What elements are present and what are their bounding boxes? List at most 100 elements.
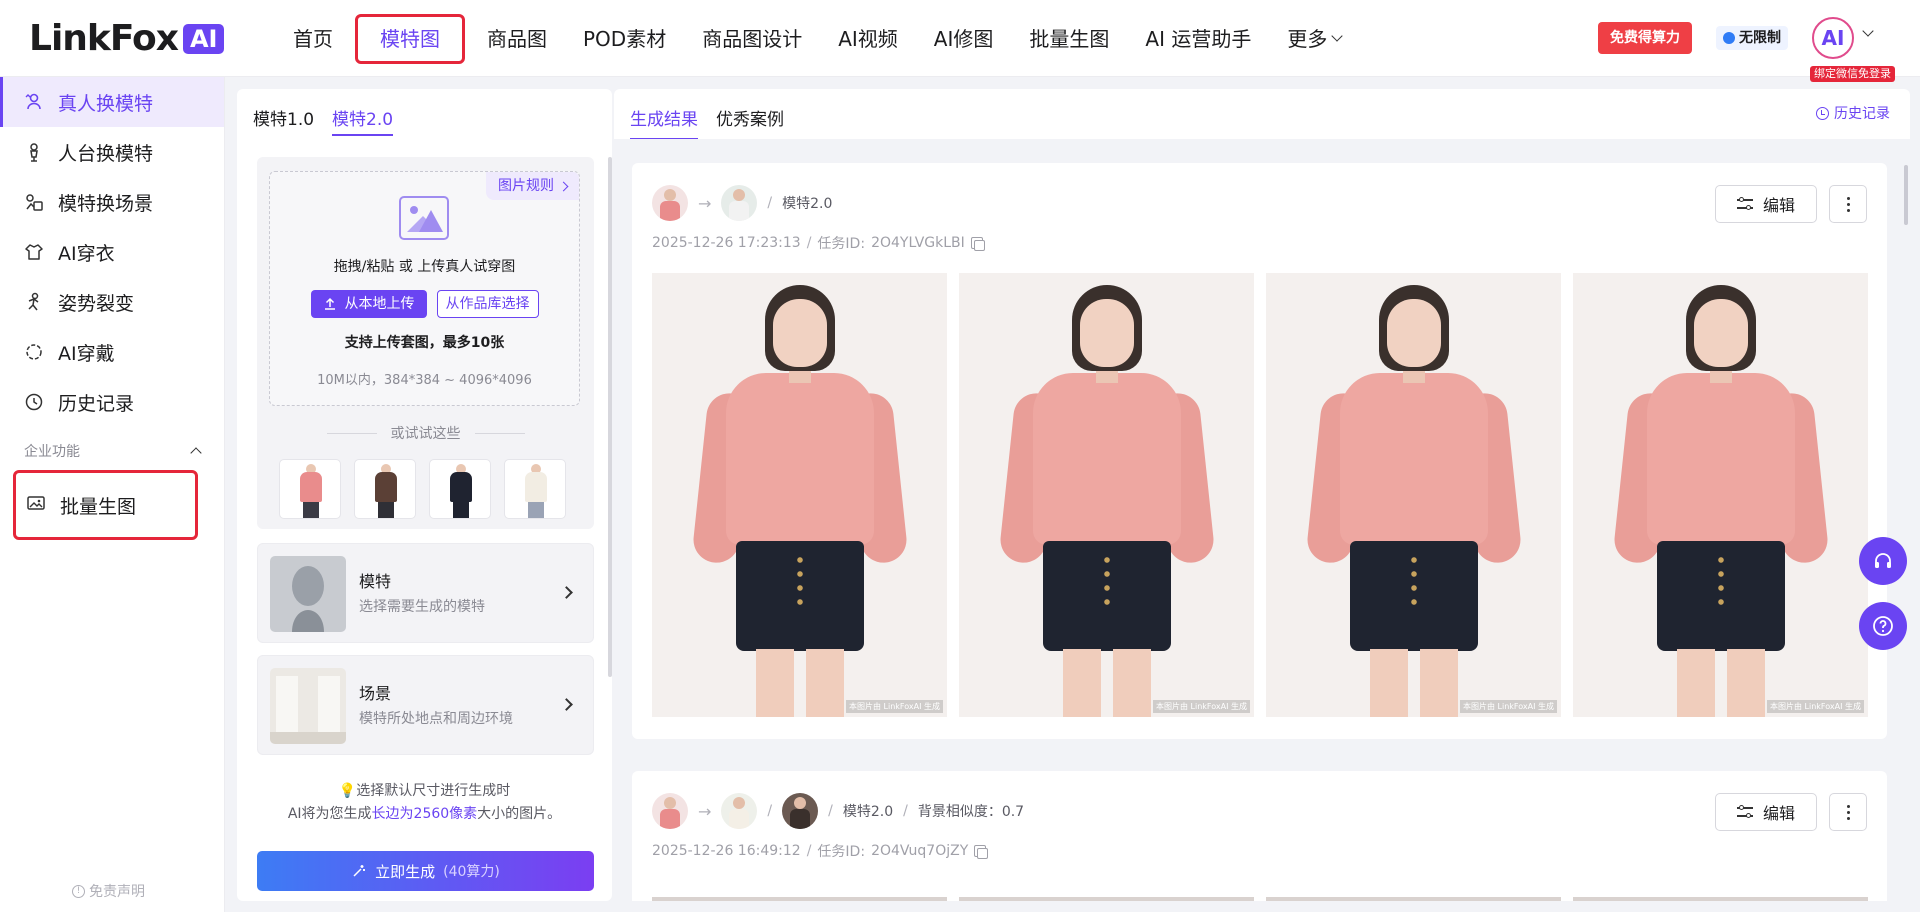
sample-thumb[interactable] xyxy=(504,459,566,519)
generate-button[interactable]: 立即生成 (40算力) xyxy=(257,851,594,891)
config-panel: 模特1.0 模特2.0 图片规则 拖拽/粘贴 或 上传真人试穿图 从本地上传 从… xyxy=(237,89,612,901)
user-avatar[interactable]: AI xyxy=(1812,17,1854,59)
scene-select-card[interactable]: 场景 模特所处地点和周边环境 xyxy=(257,655,594,755)
tip-text: 大小的图片。 xyxy=(477,806,562,822)
sidebar-item-mannequin-swap[interactable]: 人台换模特 xyxy=(0,127,224,177)
customer-service-button[interactable] xyxy=(1859,537,1907,585)
disclaimer-link[interactable]: ! 免责声明 xyxy=(72,881,145,901)
upload-local-button[interactable]: 从本地上传 xyxy=(310,290,427,318)
clock-icon xyxy=(1816,106,1829,120)
nav-home[interactable]: 首页 xyxy=(275,19,351,59)
unlimited-badge[interactable]: 无限制 xyxy=(1716,26,1788,50)
sample-thumb[interactable] xyxy=(354,459,416,519)
help-button[interactable] xyxy=(1859,602,1907,650)
sample-thumb[interactable] xyxy=(279,459,341,519)
enterprise-section-header[interactable]: 企业功能 xyxy=(0,431,224,471)
mannequin-icon xyxy=(24,142,44,162)
result-model-name: 模特2.0 xyxy=(782,196,833,212)
sidebar-item-label: 人台换模特 xyxy=(58,142,154,165)
task-id: 2O4Vuq7OjZY xyxy=(871,843,969,859)
sidebar-item-ai-dress[interactable]: AI穿衣 xyxy=(0,227,224,277)
model-avatar[interactable] xyxy=(721,185,758,221)
generated-image[interactable]: 本图片由 LinkFoxAI 生成 xyxy=(652,273,947,717)
tab-model-2[interactable]: 模特2.0 xyxy=(332,105,394,136)
generated-image[interactable] xyxy=(1573,897,1868,901)
edit-button[interactable]: 编辑 xyxy=(1715,793,1817,831)
edit-button[interactable]: 编辑 xyxy=(1715,185,1817,223)
generated-image[interactable]: 本图片由 LinkFoxAI 生成 xyxy=(1266,273,1561,717)
task-id-label: 任务ID: xyxy=(817,844,866,860)
choose-from-library-button[interactable]: 从作品库选择 xyxy=(436,290,539,318)
scene-card-title: 场景 xyxy=(359,684,392,703)
chevron-down-icon xyxy=(1331,30,1343,42)
upload-dropzone[interactable]: 图片规则 拖拽/粘贴 或 上传真人试穿图 从本地上传 从作品库选择 支持上传套图… xyxy=(269,171,580,406)
chevron-up-icon xyxy=(190,447,202,459)
nav-model-image[interactable]: 模特图 xyxy=(355,13,465,64)
nav-product-image[interactable]: 商品图 xyxy=(469,19,565,59)
upload-icon xyxy=(324,297,335,310)
more-options-button[interactable] xyxy=(1829,793,1867,831)
generated-image[interactable]: 本图片由 LinkFoxAI 生成 xyxy=(1573,273,1868,717)
top-header: LinkFox AI 首页 模特图 商品图 POD素材 商品图设计 AI视频 A… xyxy=(0,0,1920,82)
generated-image[interactable] xyxy=(652,897,947,901)
generated-image[interactable] xyxy=(959,897,1254,901)
sidebar-item-history[interactable]: 历史记录 xyxy=(0,377,224,427)
nav-ai-assistant[interactable]: AI 运营助手 xyxy=(1127,19,1269,59)
nav-ai-video[interactable]: AI视频 xyxy=(820,19,916,59)
generated-image[interactable]: 本图片由 LinkFoxAI 生成 xyxy=(959,273,1254,717)
left-sidebar: 真人换模特 人台换模特 模特换场景 AI穿衣 姿势裂变 AI穿戴 历史记录 企业… xyxy=(0,77,225,912)
tab-model-1[interactable]: 模特1.0 xyxy=(253,105,314,136)
sidebar-item-ai-wear[interactable]: AI穿戴 xyxy=(0,327,224,377)
section-title: 企业功能 xyxy=(24,444,80,460)
sample-thumb[interactable] xyxy=(429,459,491,519)
watermark: 本图片由 LinkFoxAI 生成 xyxy=(1460,700,1557,713)
image-placeholder-icon xyxy=(399,196,449,240)
disclaimer-label: 免责声明 xyxy=(89,884,145,900)
size-tip-line1: 💡选择默认尺寸进行生成时 xyxy=(338,783,511,799)
history-link[interactable]: 历史记录 xyxy=(1816,103,1890,123)
main-nav: 首页 模特图 商品图 POD素材 商品图设计 AI视频 AI修图 批量生图 AI… xyxy=(275,0,1359,77)
model-avatar[interactable] xyxy=(721,793,758,829)
result-meta: 2025-12-26 16:49:12 / 任务ID: 2O4Vuq7OjZY xyxy=(652,841,989,861)
bind-wechat-tip[interactable]: 绑定微信免登录 xyxy=(1810,66,1895,82)
nav-ai-retouch[interactable]: AI修图 xyxy=(916,19,1012,59)
scene-thumb xyxy=(270,668,346,744)
nav-product-design[interactable]: 商品图设计 xyxy=(684,19,820,59)
scene-avatar[interactable] xyxy=(782,793,819,829)
nav-batch-generate[interactable]: 批量生图 xyxy=(1011,19,1127,59)
generated-image[interactable] xyxy=(1266,897,1561,901)
tab-showcase[interactable]: 优秀案例 xyxy=(716,105,784,140)
history-icon xyxy=(24,392,44,412)
sidebar-item-label: AI穿戴 xyxy=(58,342,115,365)
model-card-title: 模特 xyxy=(359,572,392,591)
sidebar-item-real-model-swap[interactable]: 真人换模特 xyxy=(0,77,224,127)
copy-icon[interactable] xyxy=(970,237,985,251)
shirt-icon xyxy=(24,242,44,262)
source-image-avatar[interactable] xyxy=(652,793,688,829)
size-tip-line2: AI将为您生成长边为2560像素大小的图片。 xyxy=(237,803,612,823)
linkfox-logo[interactable]: LinkFox AI xyxy=(29,17,225,61)
nav-pod-assets[interactable]: POD素材 xyxy=(565,19,684,59)
nav-more[interactable]: 更多 xyxy=(1269,19,1359,59)
generate-cost: (40算力) xyxy=(443,864,500,880)
image-rules-link[interactable]: 图片规则 xyxy=(486,172,579,200)
model-select-card[interactable]: 模特 选择需要生成的模特 xyxy=(257,543,594,643)
sidebar-item-batch-generate[interactable]: 批量生图 xyxy=(13,470,198,540)
result-model-name: 模特2.0 xyxy=(842,804,894,820)
task-id: 2O4YLVGkLBI xyxy=(871,235,965,251)
tab-results[interactable]: 生成结果 xyxy=(630,105,698,140)
model-card-subtitle: 选择需要生成的模特 xyxy=(359,599,485,615)
free-compute-button[interactable]: 免费得算力 xyxy=(1598,22,1692,54)
panel-scrollbar[interactable] xyxy=(608,157,612,677)
results-scrollbar[interactable] xyxy=(1904,165,1908,225)
sidebar-item-label: 批量生图 xyxy=(60,495,137,518)
chevron-down-icon[interactable] xyxy=(1862,25,1874,37)
result-images: 本图片由 LinkFoxAI 生成 本图片由 LinkFoxAI 生成 本图片由… xyxy=(652,273,1868,717)
more-options-button[interactable] xyxy=(1829,185,1867,223)
model-version-tabs: 模特1.0 模特2.0 xyxy=(253,105,394,136)
tip-text: AI将为您生成 xyxy=(287,806,372,822)
source-image-avatar[interactable] xyxy=(652,185,688,221)
sidebar-item-pose-variation[interactable]: 姿势裂变 xyxy=(0,277,224,327)
sidebar-item-model-scene[interactable]: 模特换场景 xyxy=(0,177,224,227)
copy-icon[interactable] xyxy=(974,845,989,859)
